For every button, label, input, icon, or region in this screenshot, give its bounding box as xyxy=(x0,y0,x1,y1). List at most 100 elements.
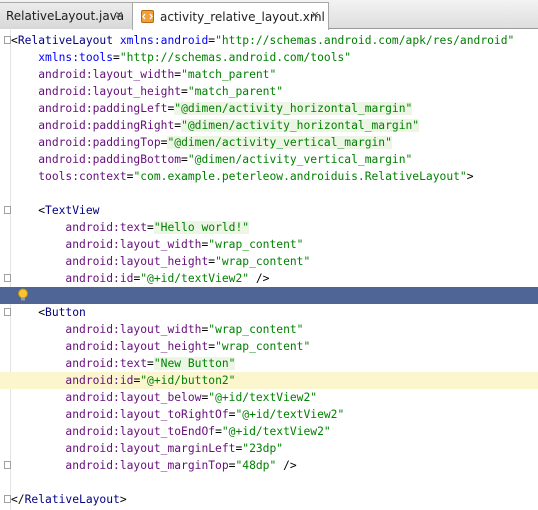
code-line[interactable]: android:layout_toEndOf="@+id/textView2" xyxy=(0,423,538,440)
code-token: /> xyxy=(249,272,270,285)
code-token: tools:context xyxy=(38,170,127,183)
code-token: "wrap_content" xyxy=(215,255,311,268)
code-token: "http://schemas.android.com/tools" xyxy=(119,51,352,64)
tab-label: activity_relative_layout.xml xyxy=(160,9,325,24)
code-line[interactable]: android:paddingBottom="@dimen/activity_v… xyxy=(0,151,538,168)
code-token: "New Button" xyxy=(153,357,236,370)
fold-marker-icon[interactable] xyxy=(4,308,11,316)
code-token: RelativeLayout xyxy=(24,493,120,506)
code-line[interactable]: <TextView xyxy=(0,202,538,219)
code-token: Button xyxy=(45,306,86,319)
code-line[interactable]: android:paddingRight="@dimen/activity_ho… xyxy=(0,117,538,134)
tab-activity-relative-layout-xml[interactable]: activity_relative_layout.xml × xyxy=(132,2,329,30)
code-line[interactable]: android:layout_width="match_parent" xyxy=(0,66,538,83)
fold-marker-icon[interactable] xyxy=(4,206,11,214)
code-token: RelativeLayout xyxy=(17,34,120,47)
code-line[interactable]: android:layout_height="match_parent" xyxy=(0,83,538,100)
code-line[interactable]: android:layout_marginTop="48dp" /> xyxy=(0,457,538,474)
fold-marker-icon[interactable] xyxy=(4,495,11,503)
code-line[interactable]: android:text="Hello world!" xyxy=(0,219,538,236)
code-token: android:id xyxy=(65,374,134,387)
close-icon[interactable]: × xyxy=(309,9,321,21)
code-line[interactable]: android:layout_height="wrap_content" xyxy=(0,338,538,355)
code-token: android:paddingBottom xyxy=(38,153,182,166)
code-line[interactable]: android:paddingTop="@dimen/activity_vert… xyxy=(0,134,538,151)
code-line[interactable]: xmlns:tools="http://schemas.android.com/… xyxy=(0,49,538,66)
code-line[interactable]: android:layout_below="@+id/textView2" xyxy=(0,389,538,406)
code-token: "http://schemas.android.com/apk/res/andr… xyxy=(215,34,515,47)
code-token: < xyxy=(11,204,46,217)
code-token: xmlns:android xyxy=(119,34,209,47)
lightbulb-icon[interactable] xyxy=(17,288,29,302)
code-line[interactable] xyxy=(0,287,538,304)
code-token: "wrap_content" xyxy=(208,238,304,251)
code-token: "@dimen/activity_vertical_margin" xyxy=(187,153,413,166)
code-token: = xyxy=(181,153,188,166)
code-token: "@+id/button2" xyxy=(140,374,236,387)
code-token: "@+id/textView2" xyxy=(208,391,318,404)
code-line[interactable] xyxy=(0,474,538,491)
fold-marker-icon[interactable] xyxy=(4,274,11,282)
code-line[interactable] xyxy=(0,185,538,202)
code-token: = xyxy=(147,221,154,234)
code-token: android:paddingTop xyxy=(38,136,161,149)
code-token: /> xyxy=(276,459,297,472)
code-token: TextView xyxy=(45,204,100,217)
code-line[interactable]: android:layout_marginLeft="23dp" xyxy=(0,440,538,457)
code-token: > xyxy=(466,170,474,183)
fold-marker-icon[interactable] xyxy=(4,36,11,44)
code-token: "@+id/textView2" xyxy=(140,272,250,285)
code-token: "@+id/textView2" xyxy=(221,425,331,438)
fold-marker-icon[interactable] xyxy=(4,461,11,469)
code-token: android:layout_height xyxy=(65,255,209,268)
code-line[interactable]: android:layout_width="wrap_content" xyxy=(0,321,538,338)
close-icon[interactable]: × xyxy=(113,9,125,21)
code-token: android:layout_toEndOf xyxy=(65,425,216,438)
code-token: android:layout_width xyxy=(38,68,175,81)
code-token: "48dp" xyxy=(235,459,277,472)
code-line[interactable]: android:id="@+id/textView2" /> xyxy=(0,270,538,287)
code-token: </ xyxy=(11,493,25,506)
code-token: android:layout_marginTop xyxy=(65,459,229,472)
code-token: android:layout_toRightOf xyxy=(65,408,229,421)
code-editor[interactable]: < RelativeLayout xmlns:android = "http://sc… xyxy=(0,30,538,510)
code-token: "com.example.peterleow.androiduis.Relati… xyxy=(133,170,467,183)
code-line[interactable]: android:paddingLeft="@dimen/activity_hor… xyxy=(0,100,538,117)
code-token: "wrap_content" xyxy=(208,323,304,336)
code-token: android:text xyxy=(65,221,148,234)
code-token: android:layout_width xyxy=(65,238,202,251)
ide-window: { "tabs": [ {"label": "RelativeLayout.ja… xyxy=(0,0,538,510)
tab-label: RelativeLayout.java xyxy=(6,9,125,23)
code-token: android:layout_height xyxy=(38,85,182,98)
code-line[interactable]: android:layout_width="wrap_content" xyxy=(0,236,538,253)
code-token: android:layout_marginLeft xyxy=(65,442,236,455)
code-line[interactable]: android:text="New Button" xyxy=(0,355,538,372)
code-token: "@+id/textView2" xyxy=(235,408,345,421)
code-token: = xyxy=(181,85,188,98)
code-line[interactable]: tools:context="com.example.peterleow.and… xyxy=(0,168,538,185)
code-token: < xyxy=(11,306,46,319)
code-line[interactable]: android:layout_toRightOf="@+id/textView2… xyxy=(0,406,538,423)
code-line[interactable]: </RelativeLayout> xyxy=(0,491,538,508)
code-line[interactable]: <Button xyxy=(0,304,538,321)
code-token: = xyxy=(215,425,222,438)
code-token: "@dimen/activity_horizontal_margin" xyxy=(181,119,420,132)
code-token: "23dp" xyxy=(242,442,284,455)
code-token: android:layout_width xyxy=(65,323,202,336)
code-line[interactable]: android:id="@+id/button2" xyxy=(0,372,538,389)
code-line[interactable]: <RelativeLayout xmlns:android="http://sc… xyxy=(0,32,538,49)
tab-relativelayout-java[interactable]: RelativeLayout.java × xyxy=(0,2,133,29)
code-line[interactable]: android:layout_height="wrap_content" xyxy=(0,253,538,270)
code-token: android:layout_height xyxy=(65,340,209,353)
